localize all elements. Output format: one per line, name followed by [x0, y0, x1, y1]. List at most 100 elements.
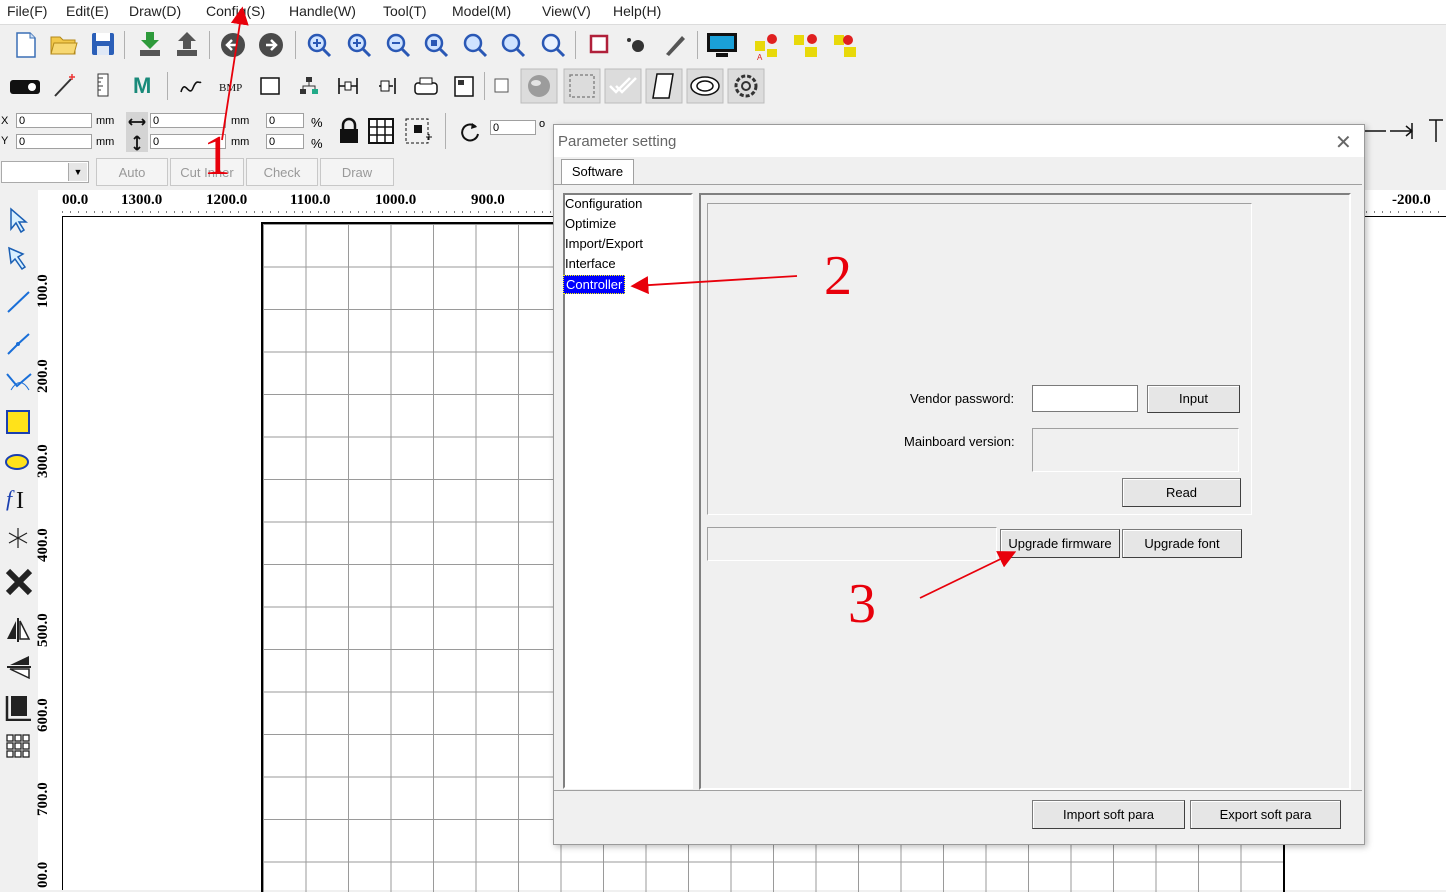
x-position-field[interactable]: 0 — [16, 113, 92, 128]
star-icon[interactable] — [5, 525, 33, 553]
input-button[interactable]: Input — [1147, 385, 1240, 413]
save-icon[interactable] — [90, 31, 116, 57]
separator — [124, 31, 125, 59]
zoom-select-icon[interactable] — [500, 32, 526, 58]
ruler-tick-label: 400.0 — [35, 528, 51, 562]
export-soft-para-button[interactable]: Export soft para — [1190, 800, 1341, 829]
bmp-icon[interactable]: BMP — [218, 76, 248, 102]
grid-position-icon[interactable] — [367, 117, 395, 145]
y-position-field[interactable]: 0 — [16, 134, 92, 149]
node-tree-icon[interactable] — [297, 74, 323, 100]
gear-icon[interactable] — [727, 68, 765, 104]
svg-text:I: I — [16, 488, 24, 512]
close-icon[interactable]: ✕ — [1335, 130, 1352, 155]
tree-item-controller[interactable]: Controller — [563, 275, 626, 294]
zoom-icon[interactable] — [540, 32, 566, 58]
align-top-icon[interactable] — [1426, 117, 1446, 143]
rotate-icon[interactable] — [457, 119, 483, 145]
new-file-icon[interactable] — [13, 31, 39, 58]
svg-text:BMP: BMP — [219, 82, 242, 94]
magic-wand-icon[interactable] — [52, 72, 78, 98]
mirror-h-icon[interactable] — [5, 615, 33, 643]
separator — [575, 31, 576, 59]
rect-select-icon[interactable] — [258, 74, 284, 100]
import-soft-para-button[interactable]: Import soft para — [1032, 800, 1185, 829]
width-percent-field[interactable]: 0 — [266, 113, 304, 128]
align-right-icon[interactable] — [375, 74, 401, 100]
vendor-password-input[interactable] — [1032, 385, 1138, 412]
polyline-icon[interactable] — [5, 330, 33, 358]
zoom-out-icon[interactable] — [385, 32, 411, 58]
tree-item-import-export[interactable]: Import/Export — [565, 236, 643, 251]
laser-head-icon[interactable] — [8, 73, 42, 99]
output-icon[interactable]: A — [753, 31, 783, 62]
menu-tool[interactable]: Tool(T) — [383, 3, 427, 19]
menu-draw[interactable]: Draw(D) — [129, 3, 181, 19]
import-icon[interactable] — [137, 30, 163, 56]
ruler-tick-label: 700.0 — [35, 782, 51, 816]
fit-frame-icon[interactable] — [404, 117, 434, 145]
align-icon[interactable] — [5, 693, 33, 722]
curve-draw-icon[interactable] — [178, 74, 204, 100]
read-button[interactable]: Read — [1122, 478, 1241, 507]
check-button[interactable]: Check — [246, 158, 318, 186]
output3-icon[interactable] — [830, 31, 860, 57]
output2-icon[interactable] — [792, 31, 822, 57]
delete-icon[interactable] — [5, 568, 33, 596]
x-label: X — [1, 115, 9, 127]
parallelogram-icon[interactable] — [645, 68, 683, 104]
rotate-angle-field[interactable]: 0 — [490, 120, 536, 135]
layer-icon[interactable] — [452, 74, 478, 100]
undo-icon[interactable] — [220, 32, 246, 58]
zoom-page-icon[interactable] — [423, 32, 449, 58]
pen-icon[interactable] — [662, 32, 688, 58]
menu-config[interactable]: Config(S) — [206, 3, 265, 19]
size-lock-icon[interactable] — [126, 112, 148, 152]
distribute-h-icon[interactable] — [336, 74, 362, 100]
lock-icon[interactable] — [336, 117, 362, 145]
open-folder-icon[interactable] — [50, 31, 78, 57]
tab-software[interactable]: Software — [561, 159, 634, 185]
camera-icon[interactable] — [624, 32, 650, 58]
menu-model[interactable]: Model(M) — [452, 3, 511, 19]
draw-button[interactable]: Draw — [320, 158, 394, 186]
text-icon[interactable]: fI — [5, 484, 33, 514]
stop-icon[interactable] — [587, 32, 613, 58]
menu-view[interactable]: View(V) — [542, 3, 591, 19]
ellipse-icon[interactable] — [5, 448, 33, 476]
export-icon[interactable] — [174, 30, 200, 56]
mirror-v-icon[interactable] — [5, 653, 33, 681]
dashed-select-icon[interactable] — [563, 68, 601, 104]
eye-icon[interactable] — [686, 68, 724, 104]
layer-dropdown[interactable]: ▼ — [1, 161, 89, 183]
menu-file[interactable]: File(F) — [7, 3, 47, 19]
tree-item-optimize[interactable]: Optimize — [565, 216, 616, 231]
line-icon[interactable] — [5, 288, 33, 316]
print-icon[interactable] — [413, 74, 439, 100]
curve-icon[interactable] — [5, 368, 33, 396]
tree-item-configuration[interactable]: Configuration — [565, 196, 642, 211]
menu-handle[interactable]: Handle(W) — [289, 3, 356, 19]
laser-sphere-icon[interactable] — [520, 68, 558, 104]
monitor-icon[interactable] — [706, 31, 738, 57]
array-icon[interactable] — [5, 732, 33, 760]
double-check-icon[interactable] — [604, 68, 642, 104]
node-edit-icon[interactable] — [5, 244, 33, 272]
ruler-icon[interactable] — [92, 72, 118, 98]
zoom-in-icon[interactable] — [306, 32, 332, 58]
m-mode-icon[interactable]: M — [132, 72, 158, 98]
redo-icon[interactable] — [258, 32, 284, 58]
menu-help[interactable]: Help(H) — [613, 3, 661, 19]
tree-item-interface[interactable]: Interface — [565, 256, 616, 271]
select-arrow-icon[interactable] — [5, 206, 33, 234]
height-percent-field[interactable]: 0 — [266, 134, 304, 149]
zoom-fit-icon[interactable] — [462, 32, 488, 58]
checkbox[interactable] — [494, 78, 510, 94]
menu-edit[interactable]: Edit(E) — [66, 3, 109, 19]
auto-button[interactable]: Auto — [96, 158, 168, 186]
upgrade-font-button[interactable]: Upgrade font — [1122, 529, 1242, 558]
rectangle-icon[interactable] — [5, 408, 33, 436]
zoom-in-2-icon[interactable] — [346, 32, 372, 58]
upgrade-firmware-button[interactable]: Upgrade firmware — [1000, 529, 1120, 558]
align-end-icon[interactable] — [1388, 119, 1416, 143]
